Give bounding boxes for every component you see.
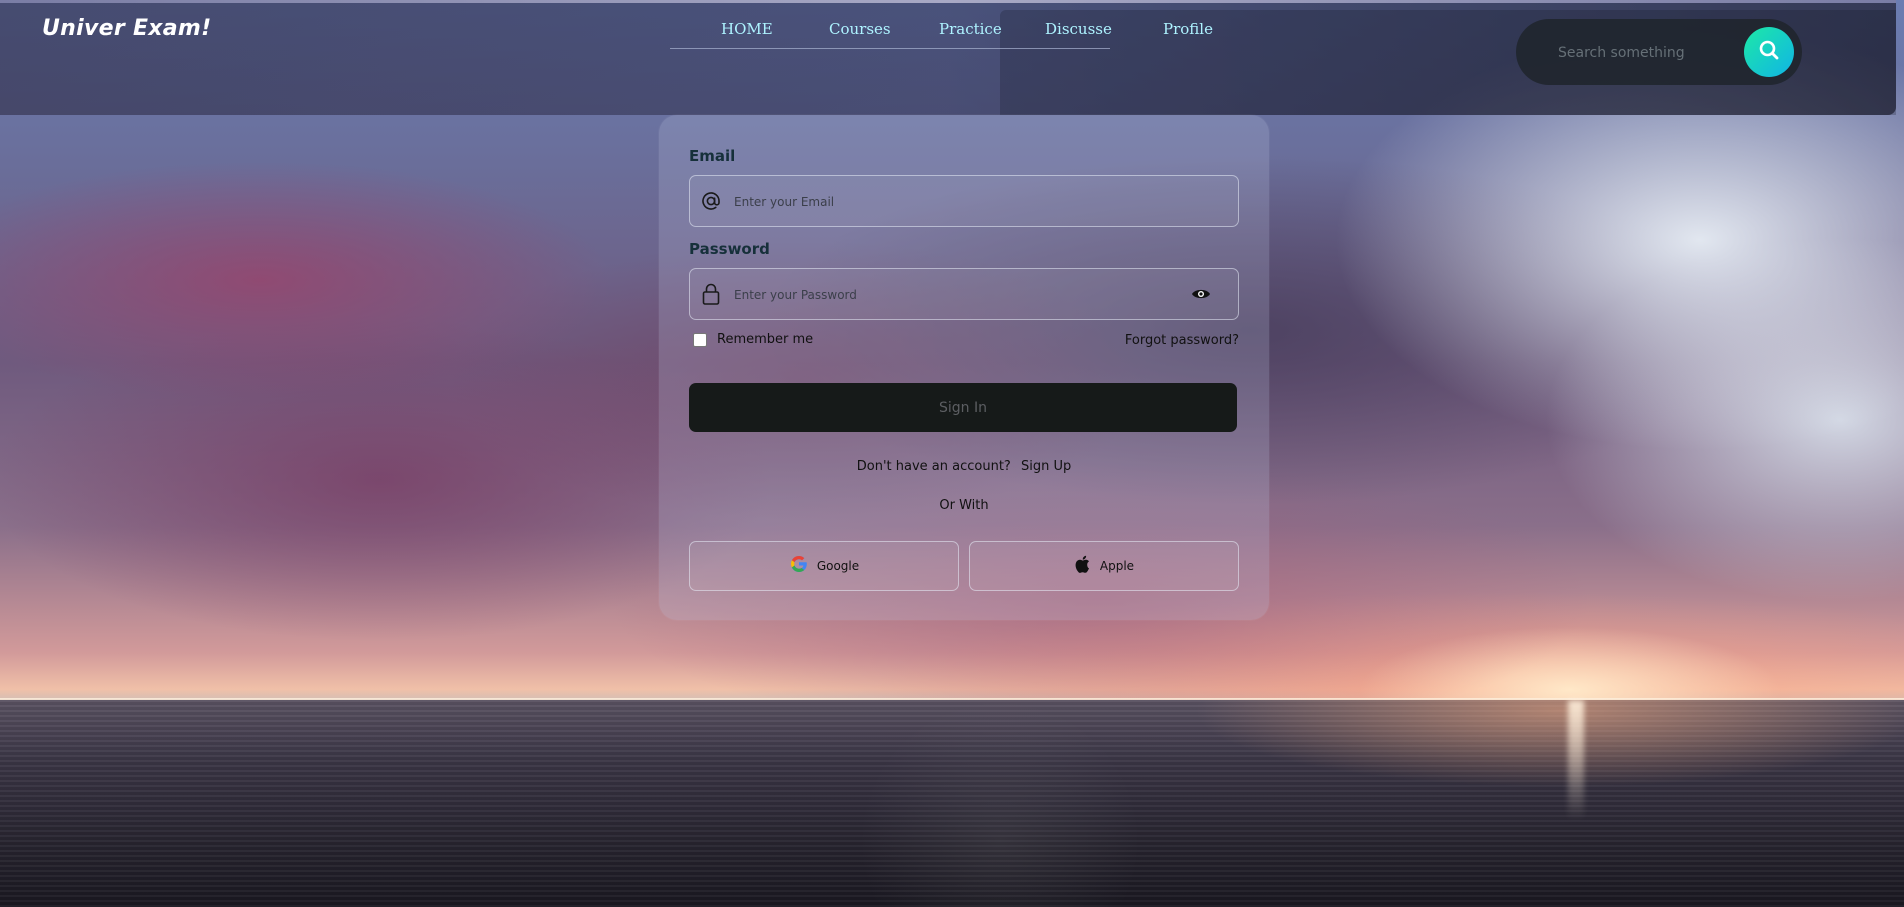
nav-profile[interactable]: Profile	[1163, 20, 1213, 38]
password-input[interactable]	[732, 283, 1156, 307]
signup-row: Don't have an account? Sign Up	[659, 459, 1269, 474]
google-label: Google	[816, 559, 860, 573]
remember-checkbox[interactable]	[693, 332, 707, 347]
search-bar	[1516, 19, 1802, 85]
lock-icon	[700, 281, 722, 307]
google-icon	[789, 554, 809, 578]
apple-icon	[1074, 554, 1092, 578]
apple-label: Apple	[1099, 559, 1135, 573]
eye-icon[interactable]	[1190, 284, 1212, 304]
main-nav: HOME Courses Practice Discusse Profile	[670, 10, 1213, 49]
remember-label: Remember me	[717, 332, 814, 347]
google-button[interactable]: Google	[689, 541, 959, 591]
top-header: Univer Exam! HOME Courses Practice Discu…	[0, 0, 1896, 115]
search-button[interactable]	[1744, 27, 1794, 77]
login-card: Email Password Remember me	[659, 115, 1269, 620]
search-input[interactable]	[1556, 41, 1730, 65]
remember-me: Remember me	[689, 332, 813, 347]
or-with-text: Or With	[939, 498, 989, 513]
apple-button[interactable]: Apple	[969, 541, 1239, 591]
password-label: Password	[689, 240, 770, 258]
sea	[0, 700, 1904, 907]
password-field-wrapper	[689, 268, 1239, 320]
nav-courses[interactable]: Courses	[829, 20, 891, 38]
sun-reflection	[1568, 700, 1584, 820]
sign-up-link[interactable]: Sign Up	[1021, 459, 1071, 474]
email-field-wrapper	[689, 175, 1239, 227]
no-account-text: Don't have an account?	[856, 459, 1011, 474]
at-sign-icon	[700, 188, 722, 214]
search-icon	[1757, 38, 1781, 66]
nav-practice[interactable]: Practice	[939, 20, 1002, 38]
sign-in-button[interactable]: Sign In	[689, 383, 1237, 432]
email-label: Email	[689, 147, 736, 165]
nav-discusse[interactable]: Discusse	[1045, 20, 1112, 38]
email-input[interactable]	[732, 190, 1156, 214]
forgot-password-link[interactable]: Forgot password?	[1125, 333, 1239, 348]
nav-home[interactable]: HOME	[721, 20, 773, 38]
sign-in-label: Sign In	[939, 399, 987, 416]
site-logo[interactable]: Univer Exam!	[42, 16, 211, 41]
